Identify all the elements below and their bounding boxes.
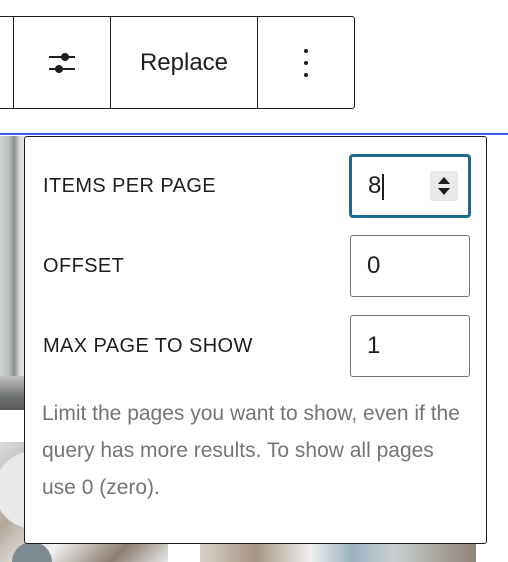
max-page-label: MAX PAGE TO SHOW <box>43 334 253 357</box>
text-caret <box>382 173 384 200</box>
background-image-tree <box>0 136 26 410</box>
number-spinner[interactable] <box>430 171 458 201</box>
max-page-row: MAX PAGE TO SHOW 1 <box>43 315 470 377</box>
max-page-input[interactable]: 1 <box>350 315 470 377</box>
items-per-page-value: 8 <box>368 172 382 199</box>
toolbar-left-segment <box>0 17 13 108</box>
offset-label: OFFSET <box>43 254 125 277</box>
background-image-people-right <box>200 544 476 562</box>
max-page-value: 1 <box>367 332 381 359</box>
display-settings-button[interactable] <box>13 17 110 108</box>
more-options-button[interactable] <box>257 17 354 108</box>
offset-row: OFFSET 0 <box>43 235 470 297</box>
sliders-icon <box>49 52 75 73</box>
vertical-ellipsis-icon <box>304 48 308 77</box>
increment-arrow-icon[interactable] <box>438 177 450 184</box>
items-per-page-input[interactable]: 8 <box>350 155 470 217</box>
offset-value: 0 <box>367 252 381 279</box>
replace-label: Replace <box>139 48 229 76</box>
items-per-page-row: ITEMS PER PAGE 8 <box>43 155 470 217</box>
pagination-settings-popover: ITEMS PER PAGE 8 OFFSET 0 MAX PAGE TO SH… <box>24 136 487 544</box>
decrement-arrow-icon[interactable] <box>438 188 450 195</box>
selection-outline <box>0 133 508 135</box>
block-toolbar: Replace <box>0 16 355 109</box>
help-text: Limit the pages you want to show, even i… <box>42 402 460 499</box>
items-per-page-label: ITEMS PER PAGE <box>43 174 217 197</box>
replace-button[interactable]: Replace <box>110 17 257 108</box>
offset-input[interactable]: 0 <box>350 235 470 297</box>
